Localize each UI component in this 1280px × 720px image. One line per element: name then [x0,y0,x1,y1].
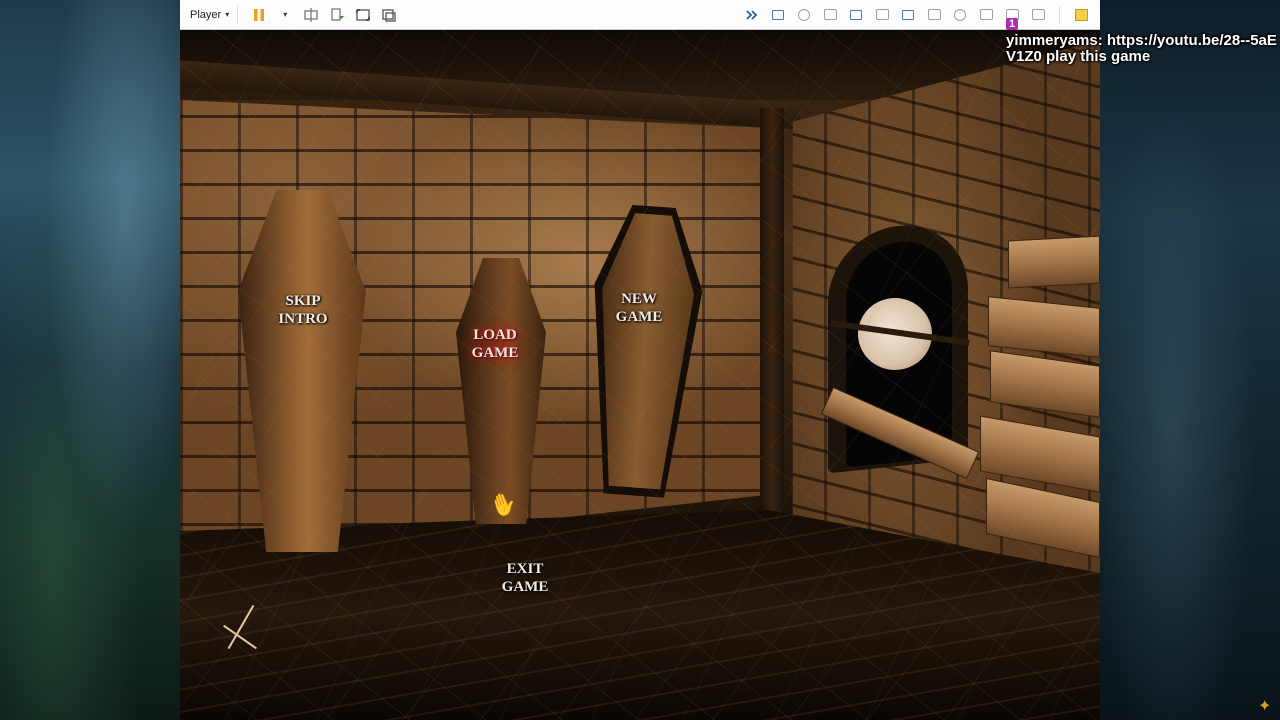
wooden-post [760,108,784,548]
sound-button[interactable] [898,5,918,25]
display-button[interactable] [846,5,866,25]
pause-dropdown-button[interactable]: ▾ [275,5,295,25]
toolbar-divider [237,5,239,24]
notes-button[interactable] [1071,5,1091,25]
usb-button[interactable] [924,5,944,25]
player-menu-label: Player [190,8,222,21]
coffin-lid [238,190,366,552]
note-icon [1074,8,1088,21]
desktop-background-left [0,0,180,720]
network-icon [772,9,784,20]
removable-devices-button[interactable] [327,5,347,25]
monitor-icon [850,9,862,20]
cd-icon [798,8,810,21]
fullscreen-icon [356,8,371,21]
serial-port-button[interactable] [976,5,996,25]
chevron-down-icon: ▾ [283,10,288,19]
coffin-new-game[interactable] [580,203,708,500]
serial-icon [979,9,993,20]
player-menu-button[interactable]: Player ▾ [190,9,229,21]
printer-button[interactable] [872,5,892,25]
device-icon [331,7,345,21]
webcam-button[interactable] [950,5,970,25]
printer-icon [875,9,889,20]
toolbar-right-group [739,5,1100,25]
game-viewport[interactable]: SKIP INTRO LOAD GAME NEW GAME EXIT GAME … [180,30,1100,720]
coffin-load-game[interactable] [456,258,546,524]
new-game-button[interactable]: NEW GAME [604,290,674,326]
board-plank [1008,235,1100,289]
sound-icon [902,9,914,20]
message-icon [1031,9,1045,20]
expand-toolbar-button[interactable] [742,5,762,25]
exit-game-button[interactable]: EXIT GAME [490,560,560,596]
chevron-down-icon: ▾ [225,10,230,19]
chat-badge: 1 [1006,18,1019,30]
coffin-lid [456,258,546,524]
ctrl-alt-del-icon [304,7,318,22]
usb-icon [927,9,941,20]
floppy-button[interactable] [820,5,840,25]
load-game-button[interactable]: LOAD GAME [460,326,530,362]
floor-bones [216,596,266,662]
webcam-icon [954,8,966,21]
fullscreen-button[interactable] [353,5,373,25]
network-adapter-button[interactable] [768,5,788,25]
pause-icon [254,8,265,21]
unity-icon [382,8,396,22]
desktop-background-right [1100,0,1280,720]
coffin-skip-intro[interactable] [238,190,366,552]
vm-player-toolbar: Player ▾ ▾ [180,0,1100,30]
floppy-icon [823,9,837,20]
skip-intro-button[interactable]: SKIP INTRO [268,292,338,328]
send-ctrl-alt-del-button[interactable] [301,5,321,25]
corner-emblem-icon: ✦ [1258,698,1272,715]
cd-drive-button[interactable] [794,5,814,25]
unity-mode-button[interactable] [379,5,399,25]
stream-chat-message: yimmeryams: https://youtu.be/28--5aEV1Z0… [1006,32,1277,65]
double-chevron-right-icon [746,9,758,20]
toolbar-divider [1059,5,1060,24]
message-button[interactable] [1028,5,1048,25]
pause-button[interactable] [249,5,269,25]
